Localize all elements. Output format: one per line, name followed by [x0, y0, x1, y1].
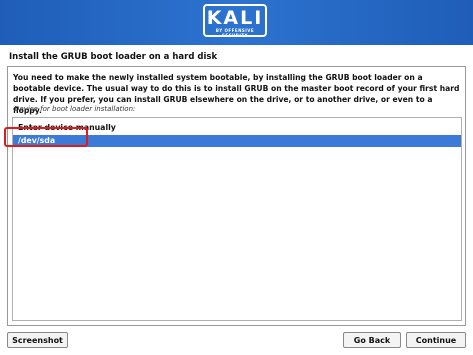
device-list-label: Device for boot loader installation: — [14, 105, 136, 113]
page-title: Install the GRUB boot loader on a hard d… — [9, 52, 218, 62]
go-back-button[interactable]: Go Back — [343, 332, 401, 348]
device-list[interactable]: Enter device manually /dev/sda — [12, 117, 462, 321]
logo-subtitle: BY OFFENSIVE SECURITY — [215, 28, 255, 38]
selection-highlight-annotation — [4, 127, 88, 147]
continue-button[interactable]: Continue — [406, 332, 466, 348]
logo-text: KALI — [206, 7, 264, 29]
kali-logo: KALI BY OFFENSIVE SECURITY — [203, 4, 267, 38]
header-banner: KALI BY OFFENSIVE SECURITY — [0, 0, 473, 45]
content-panel: You need to make the newly installed sys… — [7, 66, 466, 326]
screenshot-button[interactable]: Screenshot — [7, 332, 68, 348]
